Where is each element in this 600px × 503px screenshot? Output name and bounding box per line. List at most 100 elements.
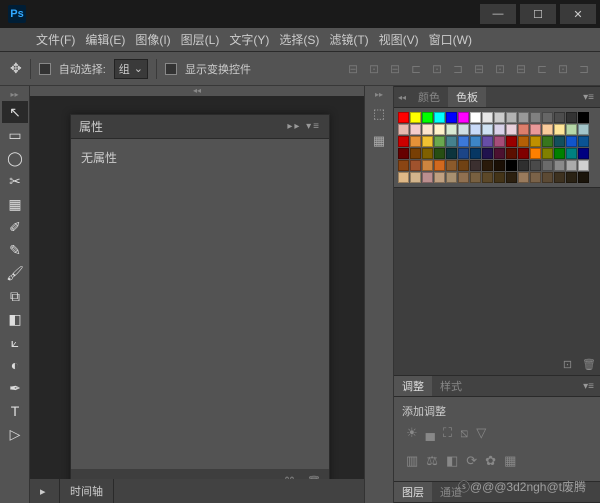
styles-tab[interactable]: 样式: [432, 376, 470, 396]
swatch[interactable]: [434, 112, 445, 123]
swatch[interactable]: [470, 172, 481, 183]
swatch[interactable]: [518, 172, 529, 183]
panel-collapse-icon[interactable]: ▸▸ ▾≡: [287, 121, 321, 132]
swatch[interactable]: [458, 172, 469, 183]
swatch[interactable]: [518, 124, 529, 135]
swatch[interactable]: [434, 160, 445, 171]
swatch[interactable]: [494, 112, 505, 123]
tool-10[interactable]: ⟀: [2, 331, 28, 353]
swatches-tab[interactable]: 色板: [448, 87, 486, 107]
tool-12[interactable]: ✒: [2, 377, 28, 399]
swatch[interactable]: [398, 112, 409, 123]
swatch[interactable]: [482, 136, 493, 147]
swatch[interactable]: [470, 160, 481, 171]
swatch[interactable]: [566, 112, 577, 123]
tool-14[interactable]: ▷: [2, 423, 28, 445]
swatch[interactable]: [506, 172, 517, 183]
adjust-icon[interactable]: ⧅: [460, 425, 468, 441]
menu-type[interactable]: 文字(Y): [229, 31, 269, 48]
close-button[interactable]: ✕: [560, 4, 596, 24]
adjust-icon[interactable]: ⟳: [466, 453, 477, 469]
swatch[interactable]: [422, 124, 433, 135]
channels-tab[interactable]: 通道: [432, 482, 470, 502]
swatch[interactable]: [566, 136, 577, 147]
grab-handle[interactable]: ◂◂: [30, 86, 364, 96]
swatch[interactable]: [542, 136, 553, 147]
swatch[interactable]: [446, 148, 457, 159]
swatch[interactable]: [530, 160, 541, 171]
adjust-icon[interactable]: ✿: [485, 453, 496, 469]
swatch[interactable]: [578, 148, 589, 159]
swatch[interactable]: [554, 172, 565, 183]
grab-handle[interactable]: ◂◂: [394, 93, 410, 102]
tool-13[interactable]: T: [2, 400, 28, 422]
swatch[interactable]: [506, 148, 517, 159]
menu-window[interactable]: 窗口(W): [429, 31, 472, 48]
swatch[interactable]: [410, 112, 421, 123]
tool-9[interactable]: ◧: [2, 308, 28, 330]
swatch[interactable]: [578, 160, 589, 171]
menu-edit[interactable]: 编辑(E): [85, 31, 125, 48]
tool-1[interactable]: ▭: [2, 124, 28, 146]
swatch[interactable]: [578, 172, 589, 183]
swatch[interactable]: [530, 112, 541, 123]
swatch[interactable]: [530, 148, 541, 159]
swatch[interactable]: [542, 112, 553, 123]
tool-8[interactable]: ⧉: [2, 285, 28, 307]
panel-menu-icon[interactable]: ▾≡: [577, 92, 600, 103]
grab-handle[interactable]: ▸: [30, 479, 60, 503]
align-icon[interactable]: ⊐: [448, 59, 468, 79]
swatch[interactable]: [398, 148, 409, 159]
swatch[interactable]: [518, 148, 529, 159]
swatch[interactable]: [410, 160, 421, 171]
panel-menu-icon[interactable]: ▾≡: [577, 381, 600, 392]
swatch[interactable]: [506, 136, 517, 147]
menu-layer[interactable]: 图层(L): [181, 31, 220, 48]
swatch[interactable]: [542, 160, 553, 171]
swatch[interactable]: [470, 136, 481, 147]
align-icon[interactable]: ⊡: [364, 59, 384, 79]
align-icon[interactable]: ⊟: [385, 59, 405, 79]
swatch[interactable]: [578, 136, 589, 147]
swatch[interactable]: [410, 124, 421, 135]
swatch[interactable]: [482, 148, 493, 159]
swatch[interactable]: [530, 172, 541, 183]
align-icon[interactable]: ⊟: [343, 59, 363, 79]
tool-11[interactable]: ◐: [2, 354, 28, 376]
grab-handle[interactable]: ▸▸: [365, 90, 393, 99]
swatch[interactable]: [494, 160, 505, 171]
swatch[interactable]: [458, 112, 469, 123]
swatch[interactable]: [410, 136, 421, 147]
swatch[interactable]: [446, 172, 457, 183]
swatch[interactable]: [398, 160, 409, 171]
auto-select-checkbox[interactable]: [39, 63, 51, 75]
swatch[interactable]: [458, 124, 469, 135]
timeline-tab[interactable]: 时间轴: [60, 479, 114, 503]
color-tab[interactable]: 颜色: [410, 87, 448, 107]
color-picker-icon[interactable]: ⬚: [367, 102, 391, 126]
layers-tab[interactable]: 图层: [394, 482, 432, 502]
tool-6[interactable]: ✎: [2, 239, 28, 261]
swatch[interactable]: [518, 136, 529, 147]
tool-7[interactable]: 🖌: [2, 262, 28, 284]
swatch[interactable]: [434, 124, 445, 135]
tool-5[interactable]: ✐: [2, 216, 28, 238]
swatch[interactable]: [482, 160, 493, 171]
swatch[interactable]: [446, 136, 457, 147]
swatch[interactable]: [446, 160, 457, 171]
swatch[interactable]: [482, 124, 493, 135]
swatch[interactable]: [530, 124, 541, 135]
swatch[interactable]: [554, 136, 565, 147]
swatch[interactable]: [566, 160, 577, 171]
swatch[interactable]: [518, 112, 529, 123]
swatch[interactable]: [554, 160, 565, 171]
adjust-icon[interactable]: ▽: [476, 425, 486, 441]
swatch[interactable]: [410, 148, 421, 159]
swatch[interactable]: [578, 124, 589, 135]
swatch[interactable]: [434, 136, 445, 147]
minimize-button[interactable]: —: [480, 4, 516, 24]
panel-header[interactable]: 属性 ▸▸ ▾≡: [71, 115, 329, 139]
adjust-icon[interactable]: ▥: [406, 453, 418, 469]
swatch[interactable]: [578, 112, 589, 123]
swatch[interactable]: [554, 124, 565, 135]
